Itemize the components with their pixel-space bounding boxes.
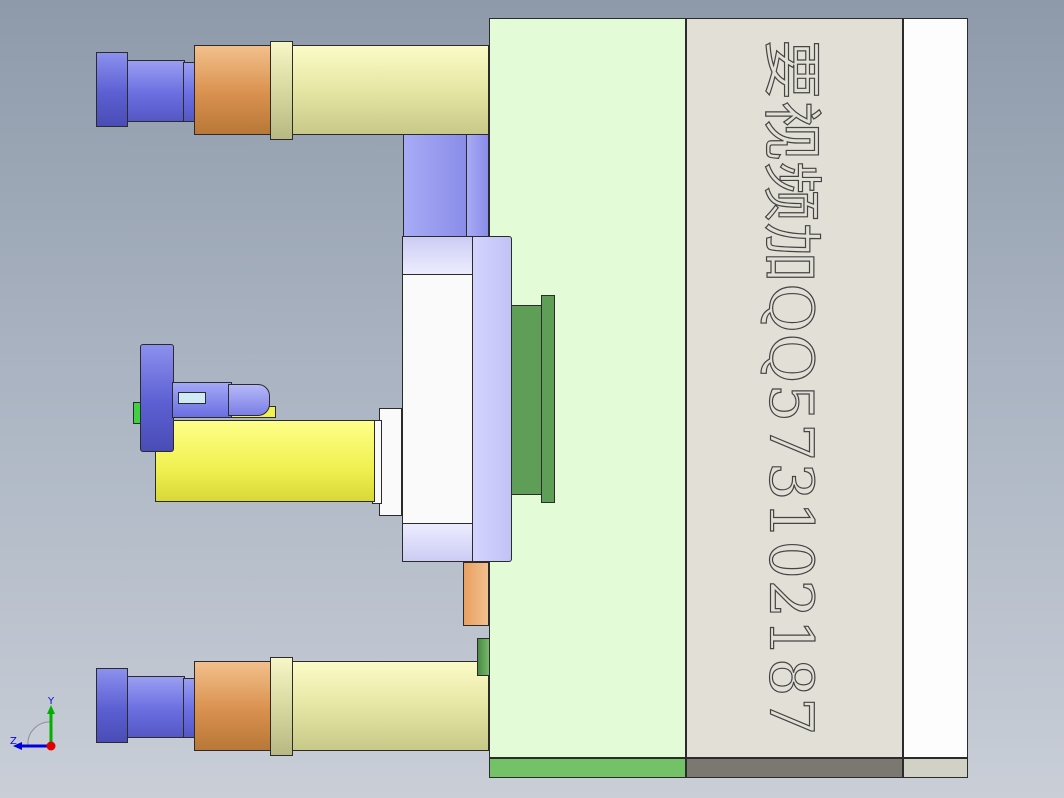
nozzle-window [178,392,206,404]
locating-ring-top-bevel [403,237,472,275]
locating-ring-white[interactable] [402,236,473,562]
pillar-bottom-bushing[interactable] [194,661,272,751]
engraved-watermark-text: 要视频加QQ573102187 [755,39,826,737]
ejector-rod-orange[interactable] [463,562,489,626]
pillar-top-ring[interactable] [270,41,293,140]
coordinate-triad: Y Z [8,696,68,756]
pillar-bottom-body[interactable] [292,661,489,751]
pillar-top-neck[interactable] [127,60,185,122]
support-block-blue-left[interactable] [403,134,467,237]
pillar-top-body[interactable] [292,45,489,135]
cavity-insert-body[interactable] [511,305,544,495]
triad-svg [13,705,56,751]
return-pin-green[interactable] [477,638,490,676]
slider-bar-yellow[interactable] [155,420,375,502]
pillar-bottom-end-cap[interactable] [96,668,128,743]
nozzle-end-cap[interactable] [140,344,174,452]
pillar-top-end-cap[interactable] [96,52,128,127]
cad-graphics-viewport[interactable]: 要视频加QQ573102187 Y Z [0,0,1064,798]
nozzle-tip[interactable] [228,384,270,416]
support-block-blue-right[interactable] [466,134,489,237]
pillar-top-bushing[interactable] [194,45,272,135]
triad-origin [46,741,56,751]
pillar-bottom-neck[interactable] [127,676,185,738]
pillar-bottom-ring[interactable] [270,657,293,756]
sprue-bushing-flange[interactable] [379,408,402,516]
triad-y-label: Y [48,696,55,707]
mold-plate-white-base[interactable] [903,758,968,778]
locating-ring-bottom-bevel [403,523,472,561]
mold-plate-gray-base[interactable] [686,758,903,778]
triad-z-label: Z [10,736,17,747]
mold-plate-white[interactable] [903,18,968,758]
locating-plate-right[interactable] [471,236,512,562]
cavity-insert-flange[interactable] [541,295,555,503]
mold-plate-green-base[interactable] [489,758,686,778]
nozzle-green-pin[interactable] [133,402,141,424]
